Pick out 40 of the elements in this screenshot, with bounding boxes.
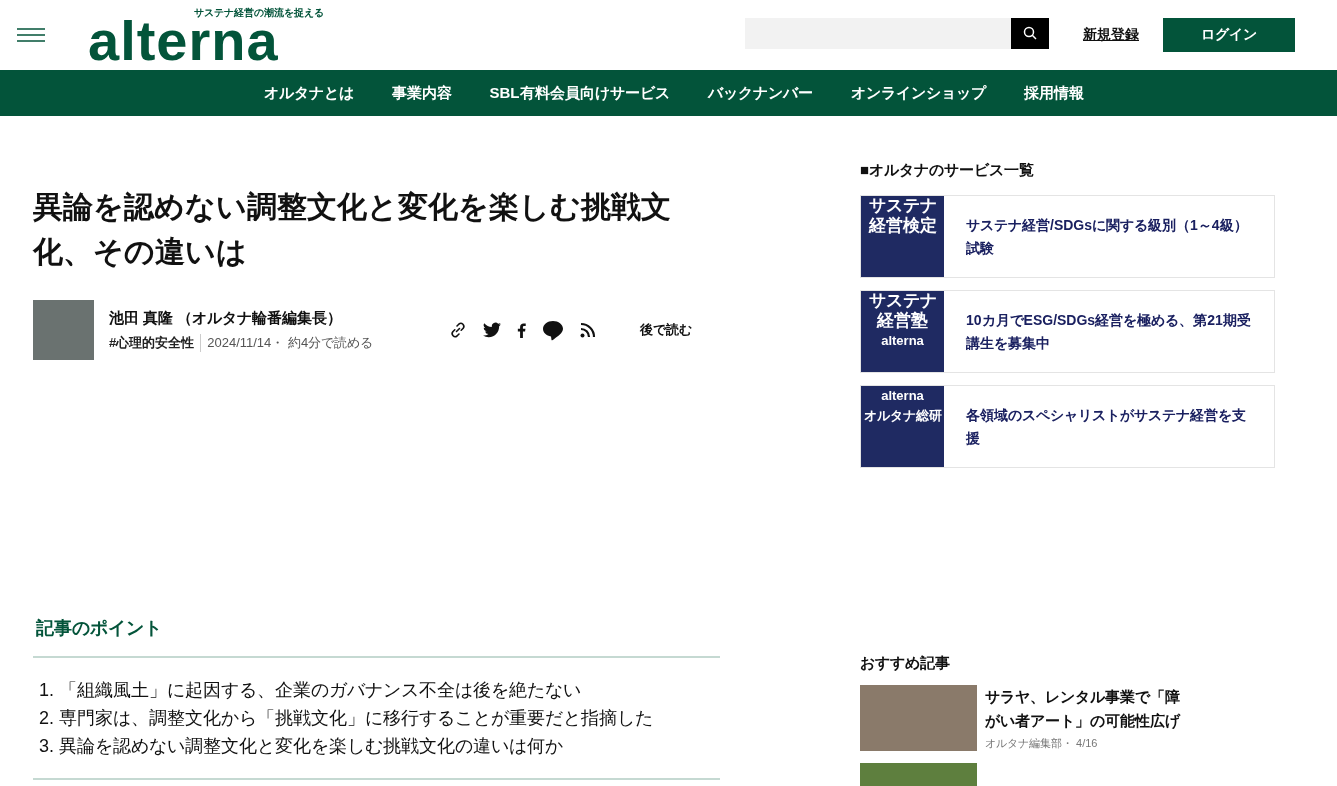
nav-link[interactable]: 採用情報 <box>1023 83 1084 103</box>
link-icon[interactable] <box>449 321 467 339</box>
login-button[interactable]: ログイン <box>1163 18 1295 52</box>
nav-link[interactable]: バックナンバー <box>707 83 813 103</box>
points-heading: 記事のポイント <box>33 616 720 658</box>
service-card[interactable]: alterna オルタナ総研 各領域のスペシャリストがサステナ経営を支援 <box>860 385 1275 468</box>
recommended-meta: オルタナ編集部・ 4/16 <box>985 736 1099 751</box>
facebook-icon[interactable] <box>517 322 526 338</box>
service-banner: サステナ 経営塾 alterna <box>861 291 944 372</box>
recommended-heading: おすすめ記事 <box>860 654 951 673</box>
nav-link[interactable]: オルタナとは <box>263 83 354 103</box>
point-item: 2. 専門家は、調整文化から「挑戦文化」に移行することが重要だと指摘した <box>39 707 654 730</box>
read-time: 約4分で読める <box>287 333 374 352</box>
menu-icon[interactable] <box>17 28 45 42</box>
twitter-icon[interactable] <box>483 322 501 338</box>
search-icon <box>1023 26 1037 40</box>
service-card[interactable]: サステナ 経営塾 alterna 10カ月でESG/SDGs経営を極める、第21期受講生を募集中 <box>860 290 1275 373</box>
article-title: 異論を認めない調整文化と変化を楽しむ挑戦文化、その違いは <box>33 189 672 270</box>
author-photo-placeholder <box>33 300 94 360</box>
read-later-button[interactable]: 後で読む <box>640 321 692 339</box>
chat-bubble-icon[interactable] <box>542 319 564 341</box>
point-item: 3. 異論を認めない調整文化と変化を楽しむ挑戦文化の違いは何か <box>39 735 564 758</box>
rss-icon[interactable] <box>580 322 596 338</box>
nav-link[interactable]: オンラインショップ <box>850 83 986 103</box>
service-card[interactable]: サステナ 経営検定 サステナ経営/SDGsに関する級別（1～4級）試験 <box>860 195 1275 278</box>
services-heading: ■オルタナのサービス一覧 <box>860 161 1036 180</box>
search-button[interactable] <box>1011 17 1049 49</box>
point-item: 1. 「組織風土」に起因する、企業のガバナンス不全は後を絶たない <box>39 679 582 702</box>
logo-tagline: サステナ経営の潮流を捉える <box>194 7 324 19</box>
service-banner: alterna オルタナ総研 <box>861 386 944 467</box>
author-name[interactable]: 池田 真隆 （オルタナ輪番編集長） <box>109 308 379 328</box>
register-link[interactable]: 新規登録 <box>1083 26 1139 44</box>
nav-link[interactable]: 事業内容 <box>391 83 452 103</box>
tag-link[interactable]: #心理的安全性 <box>109 333 202 352</box>
publish-date: 2024/11/14・ <box>207 333 285 352</box>
service-banner: サステナ 経営検定 <box>861 196 944 277</box>
search-field[interactable] <box>745 17 1011 49</box>
logo-wordmark: alterna <box>88 19 279 63</box>
recommended-title[interactable]: サラヤ、レンタル事業で「障がい者アート」の可能性広げ <box>985 685 1185 733</box>
nav-link[interactable]: SBL有料会員向けサービス <box>489 83 670 103</box>
